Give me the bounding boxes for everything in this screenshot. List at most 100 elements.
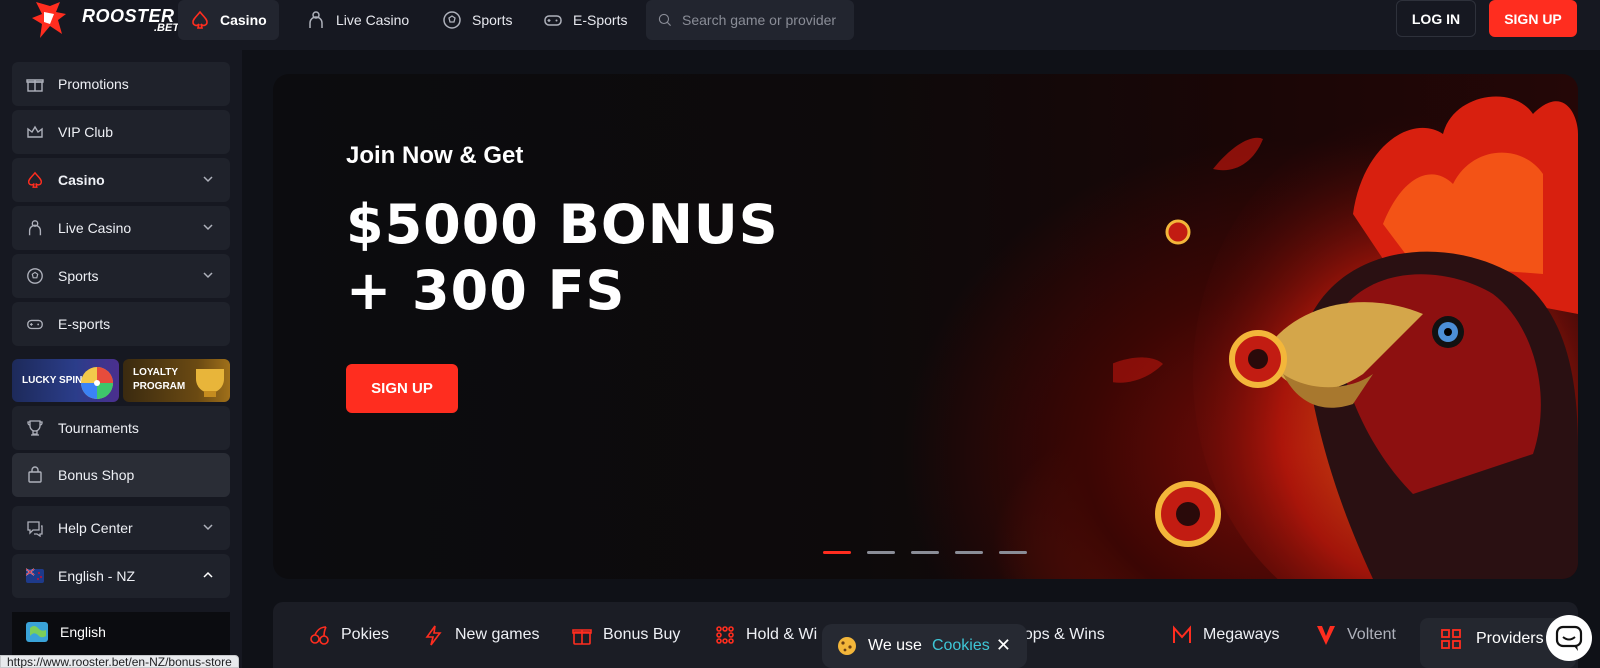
wheel-icon xyxy=(81,367,113,399)
cookie-icon xyxy=(838,637,856,655)
sidebar-item-label: English - NZ xyxy=(58,568,136,584)
grid-dots-icon xyxy=(716,626,734,644)
nav-tab-casino[interactable]: Casino xyxy=(178,0,279,40)
nz-flag-icon xyxy=(26,568,44,583)
lucky-spin-label: LUCKY SPIN xyxy=(22,375,83,386)
hero-title-line2: + 300 FS xyxy=(346,259,626,322)
category-label: Bonus Buy xyxy=(603,626,681,643)
browser-status-url: https://www.rooster.bet/en-NZ/bonus-stor… xyxy=(0,655,239,668)
sidebar-item-label: Tournaments xyxy=(58,420,139,436)
sidebar-item-label: Help Center xyxy=(58,520,133,536)
nav-tab-label: Live Casino xyxy=(336,12,410,28)
nav-tab-label: E-Sports xyxy=(573,12,628,28)
crown-icon xyxy=(27,125,43,138)
chevron-down-icon xyxy=(203,176,213,183)
voltent-v-icon xyxy=(1317,626,1335,645)
rooster-bet-logo[interactable]: ROOSTER .BET xyxy=(30,0,179,40)
sidebar-item-language[interactable]: English - NZ xyxy=(12,554,230,598)
sidebar-item-help-center[interactable]: Help Center xyxy=(12,506,230,550)
category-voltent[interactable]: Voltent xyxy=(1315,620,1396,650)
category-label: Megaways xyxy=(1203,626,1280,643)
nav-tab-sports[interactable]: Sports xyxy=(430,0,524,40)
lucky-spin-tile[interactable]: LUCKY SPIN xyxy=(12,359,119,402)
cherry-icon xyxy=(310,626,329,645)
nav-tab-label: Sports xyxy=(472,12,513,28)
sidebar-item-label: Live Casino xyxy=(58,220,132,236)
hero-signup-button[interactable]: SIGN UP xyxy=(346,364,458,413)
loyalty-label-line1: LOYALTY xyxy=(133,367,179,378)
category-label: New games xyxy=(455,626,540,643)
slider-dot[interactable] xyxy=(999,551,1027,554)
sidebar-item-bonus-shop[interactable]: Bonus Shop xyxy=(12,453,230,497)
slider-dot[interactable] xyxy=(911,551,939,554)
nav-tab-label: Casino xyxy=(220,12,267,28)
sidebar-item-vip-club[interactable]: VIP Club xyxy=(12,110,230,154)
category-megaways[interactable]: Megaways xyxy=(1171,620,1279,650)
sidebar-item-tournaments[interactable]: Tournaments xyxy=(12,406,230,450)
sidebar-item-label: VIP Club xyxy=(58,124,113,140)
live-chat-button[interactable] xyxy=(1546,615,1592,661)
search-input[interactable] xyxy=(682,12,842,28)
grid-squares-icon xyxy=(1441,629,1461,649)
page-scrollbar[interactable] xyxy=(1592,50,1600,668)
cookie-policy-link[interactable]: Cookies xyxy=(932,637,990,655)
hero-title-line1: $5000 BONUS xyxy=(346,193,779,256)
rooster-logo-icon xyxy=(32,2,66,38)
chevron-down-icon xyxy=(203,272,213,279)
sidebar-item-label: Promotions xyxy=(58,76,129,92)
sidebar-item-casino[interactable]: Casino xyxy=(12,158,230,202)
dealer-icon xyxy=(309,11,323,28)
sidebar-item-esports[interactable]: E-sports xyxy=(12,302,230,346)
chevron-down-icon xyxy=(203,224,213,231)
hero-banner[interactable]: Join Now & Get $5000 BONUS + 300 FS SIGN… xyxy=(273,74,1578,579)
casino-chip-icon xyxy=(1155,481,1221,547)
trophy-icon xyxy=(27,420,43,436)
spade-icon xyxy=(27,171,43,188)
category-bonus-buy[interactable]: Bonus Buy xyxy=(571,620,680,650)
lightning-icon xyxy=(425,625,442,646)
casino-chip-icon xyxy=(1229,330,1287,388)
slider-pagination xyxy=(823,551,1027,554)
category-label: Voltent xyxy=(1347,626,1396,643)
search-icon xyxy=(658,13,671,26)
globe-flag-icon xyxy=(26,622,48,642)
language-option-english[interactable]: English xyxy=(26,622,106,642)
trophy-cup-icon xyxy=(196,369,224,397)
chevron-up-icon xyxy=(203,571,213,578)
sidebar-item-label: Bonus Shop xyxy=(58,467,135,483)
category-new-games[interactable]: New games xyxy=(423,620,539,650)
megaways-icon xyxy=(1173,625,1191,643)
gift-icon xyxy=(26,79,44,92)
slider-dot[interactable] xyxy=(867,551,895,554)
gamepad-icon xyxy=(544,15,562,26)
top-navigation-bar: ROOSTER .BET Casino Live Casino Sports E… xyxy=(0,0,1600,50)
hero-title: $5000 BONUS + 300 FS xyxy=(346,192,779,324)
providers-link[interactable]: Providers xyxy=(1440,628,1544,650)
nav-tab-esports[interactable]: E-Sports xyxy=(531,0,639,40)
chat-help-icon xyxy=(27,521,43,537)
category-hold-and-win[interactable]: Hold & Wi xyxy=(714,620,817,650)
sidebar-item-sports[interactable]: Sports xyxy=(12,254,230,298)
loyalty-program-tile[interactable]: LOYALTY PROGRAM xyxy=(123,359,230,402)
close-icon[interactable]: ✕ xyxy=(996,635,1011,656)
spade-icon xyxy=(192,10,208,29)
signup-button-header[interactable]: SIGN UP xyxy=(1489,0,1577,37)
sidebar-item-label: Sports xyxy=(58,268,99,284)
sidebar-item-live-casino[interactable]: Live Casino xyxy=(12,206,230,250)
sidebar-item-promotions[interactable]: Promotions xyxy=(12,62,230,106)
brand-sub: .BET xyxy=(154,22,180,34)
category-label: Hold & Wi xyxy=(746,626,818,643)
language-option-label: English xyxy=(60,624,106,640)
login-button[interactable]: LOG IN xyxy=(1396,0,1476,37)
category-pokies[interactable]: Pokies xyxy=(309,620,389,650)
loyalty-label-line2: PROGRAM xyxy=(133,381,186,392)
soccer-ball-icon xyxy=(27,268,43,284)
gamepad-icon xyxy=(27,319,43,330)
slider-dot[interactable] xyxy=(823,551,851,554)
cookie-text: We use xyxy=(868,637,922,654)
search-box[interactable] xyxy=(646,0,854,40)
soccer-ball-icon xyxy=(443,11,461,29)
slider-dot[interactable] xyxy=(955,551,983,554)
nav-tab-live-casino[interactable]: Live Casino xyxy=(294,0,421,40)
category-label: Pokies xyxy=(341,626,390,643)
